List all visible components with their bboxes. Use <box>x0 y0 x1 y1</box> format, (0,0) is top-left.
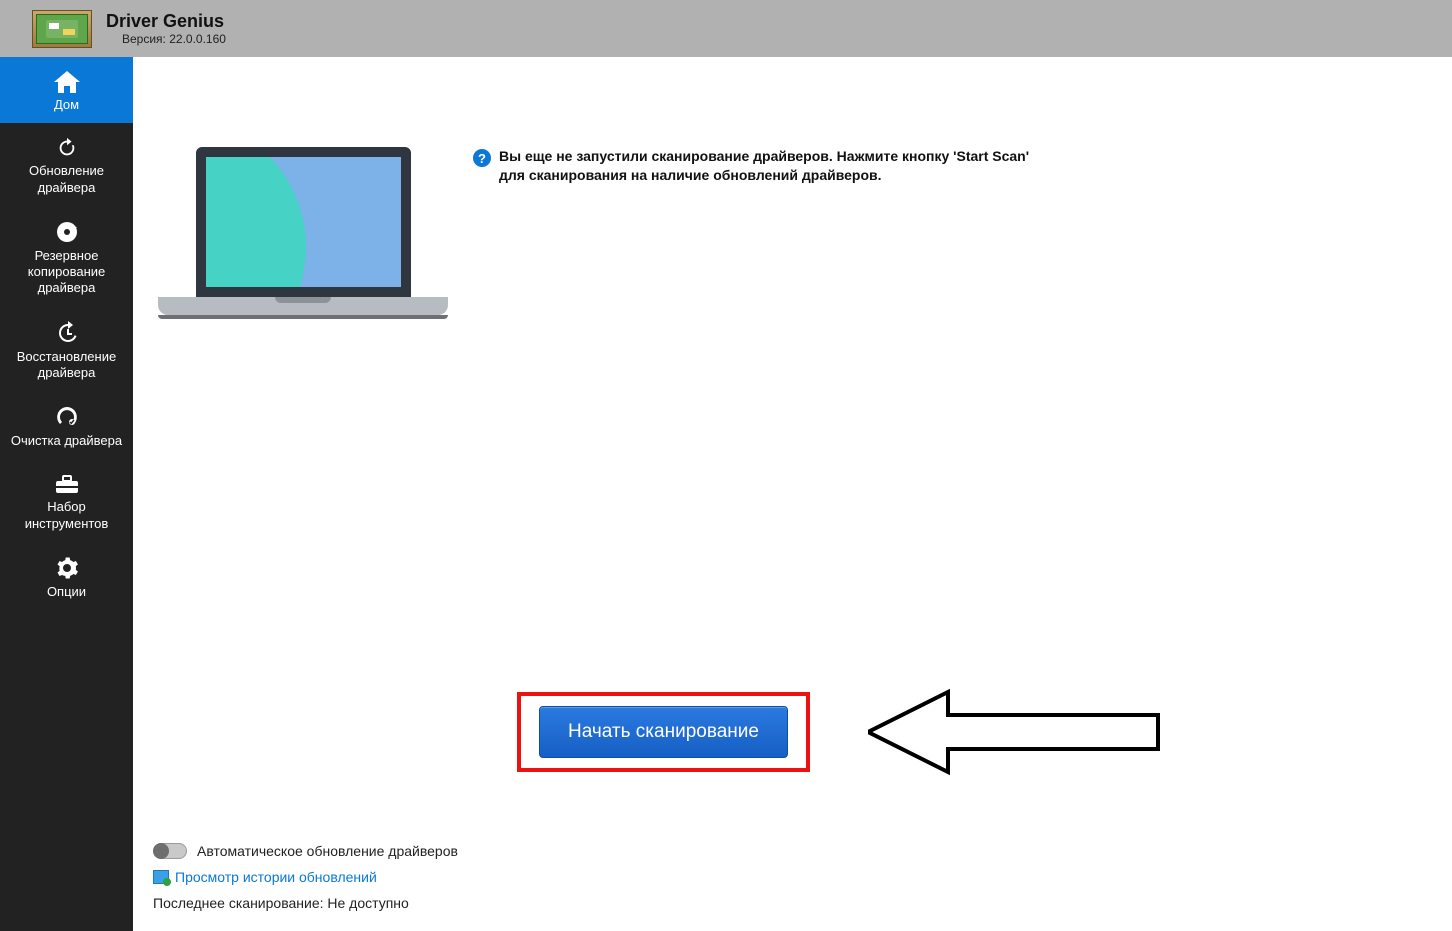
sidebar-item-label: Набор инструментов <box>4 499 129 532</box>
update-history-link[interactable]: Просмотр истории обновлений <box>175 869 377 885</box>
sidebar-item-label: Обновление драйвера <box>4 163 129 196</box>
history-monitor-icon <box>153 870 169 884</box>
auto-update-toggle[interactable] <box>153 843 187 859</box>
refresh-icon <box>4 137 129 159</box>
sidebar-item-restore[interactable]: Восстановление драйвера <box>0 307 133 392</box>
home-icon <box>4 71 129 93</box>
sidebar-item-update[interactable]: Обновление драйвера <box>0 123 133 206</box>
info-message-row: ? Вы еще не запустили сканирование драйв… <box>473 147 1053 185</box>
disc-icon <box>4 220 129 244</box>
sidebar-item-label: Очистка драйвера <box>4 433 129 449</box>
gear-icon <box>4 556 129 580</box>
sidebar-item-label: Дом <box>4 97 129 113</box>
sidebar: Дом Обновление драйвера Резервное копиро… <box>0 57 133 931</box>
start-scan-button[interactable]: Начать сканирование <box>539 706 788 758</box>
app-title: Driver Genius <box>106 11 226 33</box>
app-logo <box>32 10 92 48</box>
annotation-arrow-icon <box>868 687 1168 782</box>
last-scan-text: Последнее сканирование: Не доступно <box>153 895 458 911</box>
clean-icon <box>4 405 129 429</box>
sidebar-item-tools[interactable]: Набор инструментов <box>0 459 133 542</box>
main-content: ? Вы еще не запустили сканирование драйв… <box>133 57 1452 931</box>
info-icon: ? <box>473 149 491 167</box>
auto-update-label: Автоматическое обновление драйверов <box>197 843 458 859</box>
header-bar: Driver Genius Версия: 22.0.0.160 <box>0 0 1452 57</box>
info-message: Вы еще не запустили сканирование драйвер… <box>499 147 1053 185</box>
annotation-highlight: Начать сканирование <box>517 692 810 772</box>
sidebar-item-clean[interactable]: Очистка драйвера <box>0 391 133 459</box>
sidebar-item-label: Резервное копирование драйвера <box>4 248 129 297</box>
sidebar-item-label: Восстановление драйвера <box>4 349 129 382</box>
sidebar-item-backup[interactable]: Резервное копирование драйвера <box>0 206 133 307</box>
sidebar-item-options[interactable]: Опции <box>0 542 133 610</box>
sidebar-item-label: Опции <box>4 584 129 600</box>
sidebar-item-home[interactable]: Дом <box>0 57 133 123</box>
history-icon <box>4 321 129 345</box>
toolbox-icon <box>4 473 129 495</box>
app-version: Версия: 22.0.0.160 <box>106 32 226 46</box>
laptop-illustration <box>153 147 453 319</box>
